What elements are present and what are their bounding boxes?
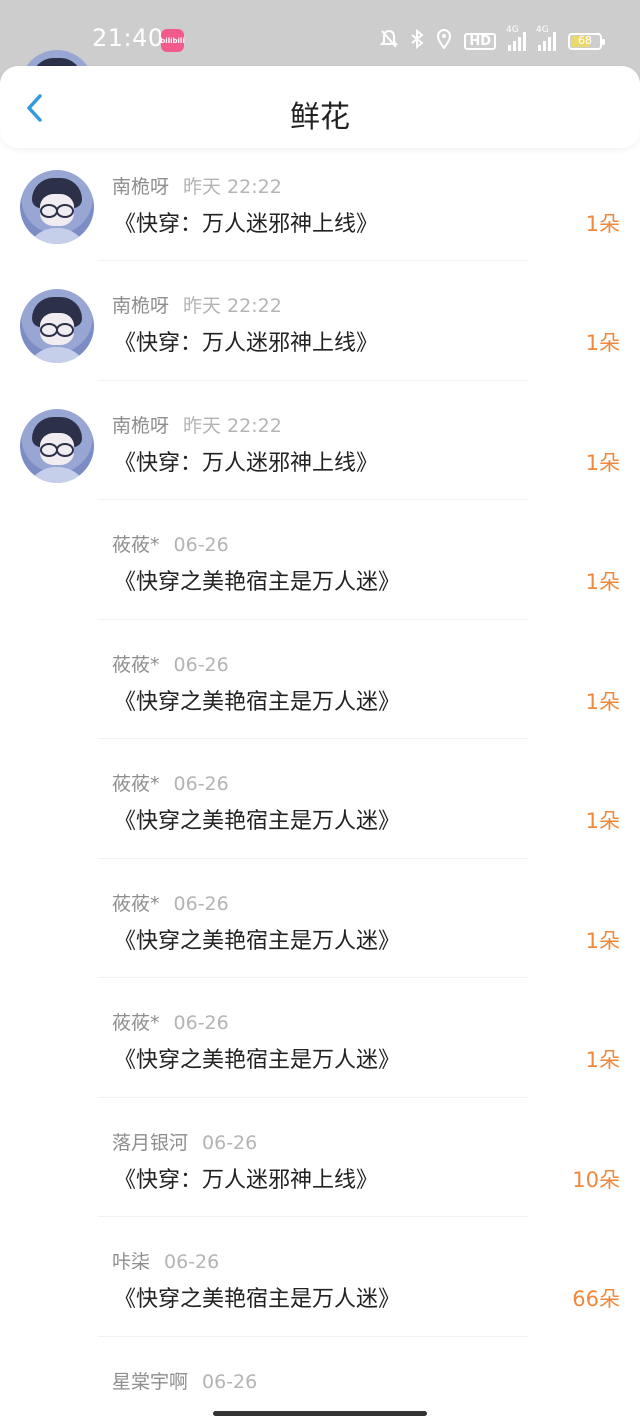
book-title[interactable]: 《快穿之美艳宿主是万人迷》: [114, 1042, 400, 1074]
flower-count: 1朵: [585, 928, 620, 953]
book-title[interactable]: 《快穿之美艳宿主是万人迷》: [114, 923, 400, 955]
flower-count: 66朵: [572, 1287, 620, 1311]
timestamp: 06-26: [164, 1251, 220, 1273]
timestamp: 06-26: [202, 1370, 258, 1393]
row-meta: 莜莜* 06-26: [112, 769, 229, 796]
timestamp: 06-26: [173, 773, 229, 795]
book-title[interactable]: 《快穿之美艳宿主是万人迷》: [114, 564, 400, 596]
flower-count: 1朵: [585, 570, 620, 594]
list-item[interactable]: 南桅呀 昨天 22:22 《快穿：万人迷邪神上线》 1朵: [0, 261, 640, 381]
avatar[interactable]: [20, 408, 94, 483]
book-title[interactable]: 《快穿：万人迷邪神上线》: [114, 206, 378, 238]
list-item[interactable]: 落月银河 06-26 《快穿：万人迷邪神上线》 10朵: [0, 1098, 640, 1217]
list-item[interactable]: 莜莜* 06-26 《快穿之美艳宿主是万人迷》 1朵: [0, 978, 640, 1098]
list-item[interactable]: 南桅呀 昨天 22:22 《快穿：万人迷邪神上线》 1朵: [0, 142, 640, 261]
flower-count: 1朵: [585, 450, 620, 475]
row-meta: 落月银河 06-26: [112, 1128, 257, 1155]
row-meta: 南桅呀 昨天 22:22: [112, 411, 282, 438]
flower-count: 1朵: [585, 689, 620, 714]
avatar[interactable]: [20, 169, 94, 244]
flower-count: 1朵: [585, 1048, 620, 1072]
list-item[interactable]: 莜莜* 06-26 《快穿之美艳宿主是万人迷》 1朵: [0, 739, 640, 859]
flower-count: 10朵: [572, 1167, 620, 1192]
timestamp: 06-26: [173, 1012, 229, 1034]
user-name[interactable]: 南桅呀: [112, 415, 169, 437]
book-title[interactable]: 《快穿：万人迷邪神上线》: [114, 445, 378, 477]
user-name[interactable]: 南桅呀: [112, 295, 169, 317]
row-meta: 星棠宇啊 06-26: [112, 1367, 257, 1394]
book-title[interactable]: 《快穿之美艳宿主是万人迷》: [114, 684, 400, 716]
list-item[interactable]: 星棠宇啊 06-26: [0, 1337, 640, 1422]
row-meta: 莜莜* 06-26: [112, 1008, 229, 1035]
timestamp: 昨天 22:22: [183, 175, 282, 198]
timestamp: 昨天 22:22: [183, 414, 282, 437]
user-name[interactable]: 南桅呀: [112, 176, 169, 198]
timestamp: 06-26: [173, 653, 229, 676]
book-title[interactable]: 《快穿：万人迷邪神上线》: [114, 1162, 378, 1194]
row-meta: 莜莜* 06-26: [112, 889, 229, 916]
timestamp: 06-26: [173, 892, 229, 915]
list-item[interactable]: 莜莜* 06-26 《快穿之美艳宿主是万人迷》 1朵: [0, 620, 640, 739]
row-meta: 莜莜* 06-26: [112, 530, 229, 557]
list-item[interactable]: 南桅呀 昨天 22:22 《快穿：万人迷邪神上线》 1朵: [0, 381, 640, 500]
book-title[interactable]: 《快穿之美艳宿主是万人迷》: [114, 1281, 400, 1313]
list-item[interactable]: 莜莜* 06-26 《快穿之美艳宿主是万人迷》 1朵: [0, 859, 640, 978]
flower-count: 1朵: [585, 211, 620, 236]
home-indicator[interactable]: [213, 1411, 427, 1416]
book-title[interactable]: 《快穿之美艳宿主是万人迷》: [114, 803, 400, 835]
user-name[interactable]: 莜莜*: [112, 654, 160, 676]
flower-count: 1朵: [585, 331, 620, 355]
book-title[interactable]: 《快穿：万人迷邪神上线》: [114, 325, 378, 357]
user-name[interactable]: 星棠宇啊: [112, 1371, 188, 1393]
row-meta: 南桅呀 昨天 22:22: [112, 291, 282, 318]
user-name[interactable]: 莜莜*: [112, 773, 160, 795]
avatar[interactable]: [20, 289, 94, 363]
page-title: 鲜花: [290, 100, 350, 135]
timestamp: 昨天 22:22: [183, 295, 282, 317]
row-meta: 咔柒 06-26: [112, 1247, 219, 1274]
timestamp: 06-26: [173, 534, 229, 556]
list-item[interactable]: 莜莜* 06-26 《快穿之美艳宿主是万人迷》 1朵: [0, 500, 640, 620]
user-name[interactable]: 咔柒: [112, 1251, 150, 1273]
user-name[interactable]: 莜莜*: [112, 1012, 160, 1034]
user-name[interactable]: 落月银河: [112, 1132, 188, 1154]
timestamp: 06-26: [202, 1131, 258, 1154]
user-name[interactable]: 莜莜*: [112, 534, 160, 556]
user-name[interactable]: 莜莜*: [112, 893, 160, 915]
row-meta: 南桅呀 昨天 22:22: [112, 172, 282, 199]
list-item[interactable]: 咔柒 06-26 《快穿之美艳宿主是万人迷》 66朵: [0, 1217, 640, 1337]
flower-count: 1朵: [585, 809, 620, 833]
app-header: 鲜花: [0, 66, 640, 148]
row-meta: 莜莜* 06-26: [112, 650, 229, 677]
